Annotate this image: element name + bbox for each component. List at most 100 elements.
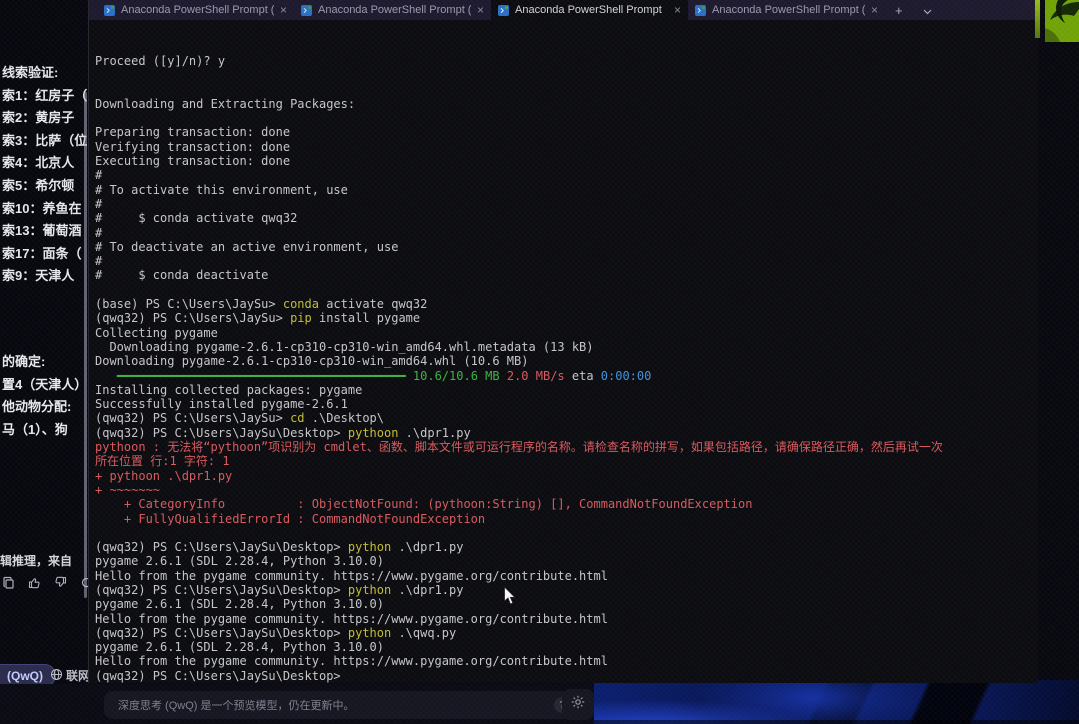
clue-line: 索1：红房子（ — [2, 85, 86, 108]
result-line: 他动物分配: — [2, 396, 86, 419]
terminal-line: # $ conda deactivate — [95, 268, 1038, 282]
chat-scrollbar[interactable] — [84, 92, 87, 598]
terminal-line — [95, 111, 1038, 125]
terminal-line — [95, 68, 1038, 82]
terminal-line: pygame 2.6.1 (SDL 2.28.4, Python 3.10.0) — [95, 554, 1038, 568]
mouse-cursor — [503, 586, 517, 611]
terminal-tab-bar: Anaconda PowerShell Prompt ( × Anaconda … — [89, 0, 1038, 20]
terminal-line: pygame 2.6.1 (SDL 2.28.4, Python 3.10.0) — [95, 597, 1038, 611]
clue-line: 线索验证: — [2, 62, 86, 85]
terminal-line: Collecting pygame — [95, 326, 1038, 340]
clue-line: 索17：面条（ — [2, 243, 86, 266]
terminal-line — [95, 283, 1038, 297]
close-icon[interactable]: × — [280, 4, 287, 16]
tab-anaconda-powershell-1[interactable]: Anaconda PowerShell Prompt ( × — [97, 0, 294, 20]
terminal-line: (qwq32) PS C:\Users\JaySu> pip install p… — [95, 311, 1038, 325]
powershell-icon — [104, 5, 115, 16]
terminal-line: Downloading and Extracting Packages: — [95, 97, 1038, 111]
terminal-line: ━━━━━━━━━━━━━━━━━━━━━━━━━━━━━━━━━━━━━━━━… — [95, 369, 1038, 383]
terminal-line: pygame 2.6.1 (SDL 2.28.4, Python 3.10.0) — [95, 640, 1038, 654]
chevron-down-icon — [923, 3, 932, 18]
terminal-line: (base) PS C:\Users\JaySu> conda activate… — [95, 297, 1038, 311]
thumbs-down-icon[interactable] — [54, 576, 67, 589]
result-list: 的确定:置4（天津人）他动物分配:马（1）、狗 — [2, 351, 86, 441]
clue-line: 索3：比萨（位 — [2, 130, 86, 153]
terminal-line: Verifying transaction: done — [95, 140, 1038, 154]
desktop-wallpaper — [594, 680, 1079, 724]
tab-anaconda-powershell-4[interactable]: Anaconda PowerShell Prompt ( × — [688, 0, 885, 20]
clue-line: 索2：黄房子 — [2, 107, 86, 130]
terminal-window: Anaconda PowerShell Prompt ( × Anaconda … — [88, 0, 1038, 683]
result-line: 马（1）、狗 — [2, 419, 86, 442]
terminal-output[interactable]: Proceed ([y]/n)? y Downloading and Extra… — [89, 20, 1038, 683]
terminal-line: + FullyQualifiedErrorId : CommandNotFoun… — [95, 512, 1038, 526]
nvidia-overlay-icon[interactable] — [1045, 0, 1079, 42]
tab-title: Anaconda PowerShell Prompt ( — [712, 4, 865, 16]
terminal-line: # — [95, 226, 1038, 240]
terminal-line: (qwq32) PS C:\Users\JaySu\Desktop> pytho… — [95, 426, 1038, 440]
terminal-line: + ~~~~~~~ — [95, 483, 1038, 497]
web-search-toggle[interactable]: 联网 — [50, 667, 88, 684]
clue-list: 线索验证:索1：红房子（索2：黄房子索3：比萨（位索4：北京人索5：希尔顿索10… — [2, 62, 86, 288]
powershell-icon — [695, 5, 706, 16]
tab-title: Anaconda PowerShell Prompt ( — [121, 4, 274, 16]
copy-icon[interactable] — [2, 576, 15, 589]
terminal-line: Successfully installed pygame-2.6.1 — [95, 397, 1038, 411]
terminal-line: # — [95, 197, 1038, 211]
clue-line: 索13：葡萄酒 — [2, 220, 86, 243]
terminal-line — [95, 526, 1038, 540]
thumbs-up-icon[interactable] — [28, 576, 41, 589]
terminal-line: Proceed ([y]/n)? y — [95, 54, 1038, 68]
clue-line: 索9：天津人 — [2, 265, 86, 288]
terminal-line: Downloading pygame-2.6.1-cp310-cp310-win… — [95, 340, 1038, 354]
chat-footnote: 辑推理，来自 — [0, 552, 72, 569]
new-tab-button[interactable]: + — [885, 0, 913, 20]
terminal-line — [95, 83, 1038, 97]
terminal-line: pythoon : 无法将“pythoon”项识别为 cmdlet、函数、脚本文… — [95, 440, 1038, 454]
settings-button[interactable] — [562, 689, 594, 720]
terminal-line: + CategoryInfo : ObjectNotFound: (pythoo… — [95, 497, 1038, 511]
terminal-line: (qwq32) PS C:\Users\JaySu\Desktop> — [95, 669, 1038, 683]
terminal-line: (qwq32) PS C:\Users\JaySu\Desktop> pytho… — [95, 540, 1038, 554]
terminal-line: Installing collected packages: pygame — [95, 383, 1038, 397]
model-notice-bar: 深度思考 (QwQ) 是一个预览模型，仍在更新中。 ? — [104, 691, 578, 719]
terminal-line: Downloading pygame-2.6.1-cp310-cp310-win… — [95, 354, 1038, 368]
terminal-line: # $ conda activate qwq32 — [95, 211, 1038, 225]
web-search-label: 联网 — [66, 667, 88, 684]
close-icon[interactable]: × — [871, 4, 878, 16]
terminal-line: Hello from the pygame community. https:/… — [95, 569, 1038, 583]
clue-line: 索4：北京人 — [2, 152, 86, 175]
globe-icon — [50, 668, 63, 684]
tab-title: Anaconda PowerShell Prompt — [515, 4, 668, 16]
terminal-line: # — [95, 168, 1038, 182]
close-icon[interactable]: × — [674, 4, 681, 16]
tab-anaconda-powershell-2[interactable]: Anaconda PowerShell Prompt ( × — [294, 0, 491, 20]
powershell-icon — [498, 5, 509, 16]
chat-sidebar: 线索验证:索1：红房子（索2：黄房子索3：比萨（位索4：北京人索5：希尔顿索10… — [0, 0, 88, 724]
tab-anaconda-powershell-3-active[interactable]: Anaconda PowerShell Prompt × — [491, 0, 688, 20]
terminal-line: Preparing transaction: done — [95, 125, 1038, 139]
result-line: 的确定: — [2, 351, 86, 374]
terminal-line: Executing transaction: done — [95, 154, 1038, 168]
tab-dropdown-button[interactable] — [913, 0, 942, 20]
model-pill-label: (QwQ) — [7, 669, 43, 683]
terminal-line: + pythoon .\dpr1.py — [95, 469, 1038, 483]
terminal-line: (qwq32) PS C:\Users\JaySu> cd .\Desktop\ — [95, 411, 1038, 425]
tab-title: Anaconda PowerShell Prompt ( — [318, 4, 471, 16]
terminal-line: # — [95, 254, 1038, 268]
close-icon[interactable]: × — [477, 4, 484, 16]
nvidia-overlay-bar — [1035, 0, 1040, 38]
terminal-line: 所在位置 行:1 字符: 1 — [95, 454, 1038, 468]
terminal-line: (qwq32) PS C:\Users\JaySu\Desktop> pytho… — [95, 583, 1038, 597]
clue-line: 索5：希尔顿 — [2, 175, 86, 198]
clue-line: 索10：养鱼在 — [2, 198, 86, 221]
gear-icon — [570, 694, 586, 715]
terminal-line: Hello from the pygame community. https:/… — [95, 612, 1038, 626]
result-line: 置4（天津人） — [2, 374, 86, 397]
message-action-row — [2, 576, 88, 589]
powershell-icon — [301, 5, 312, 16]
terminal-line: (qwq32) PS C:\Users\JaySu\Desktop> pytho… — [95, 626, 1038, 640]
model-notice-text: 深度思考 (QwQ) 是一个预览模型，仍在更新中。 — [118, 697, 355, 713]
terminal-line: Hello from the pygame community. https:/… — [95, 654, 1038, 668]
terminal-line: # To activate this environment, use — [95, 183, 1038, 197]
